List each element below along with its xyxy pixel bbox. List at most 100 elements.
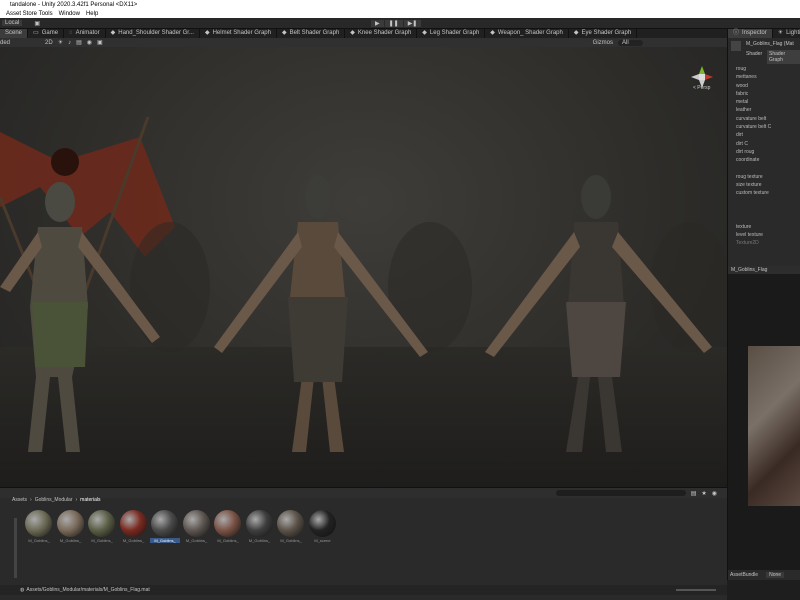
material-thumbnail[interactable] [151, 510, 178, 537]
material-property [736, 165, 771, 173]
material-property [736, 198, 771, 206]
material-thumbnail-label[interactable]: M_Goblins_ [119, 538, 149, 543]
gizmos-dropdown[interactable]: Gizmos [593, 40, 613, 46]
menu-window[interactable]: Window [59, 11, 80, 17]
material-property[interactable]: custom texture [736, 189, 771, 197]
local-toggle[interactable]: Local [2, 20, 23, 26]
shader-graph-icon: ◆ [422, 30, 427, 36]
material-property[interactable]: wood [736, 82, 771, 90]
perspective-label[interactable]: < Persp [693, 85, 710, 91]
material-property[interactable]: dirt [736, 131, 771, 139]
animator-icon: ◌ [69, 30, 73, 36]
editor-tabs: Scene ▭ Game ◌ Animator ◆ Hand_Shoulder Sha… [0, 29, 727, 38]
material-property[interactable]: dirt C [736, 140, 771, 148]
material-property[interactable]: leather [736, 106, 771, 114]
tab-game[interactable]: ▭ Game [28, 29, 65, 38]
material-thumbnail[interactable] [182, 510, 210, 537]
material-thumbnail[interactable] [277, 510, 304, 537]
material-property[interactable]: curvature belt [736, 115, 771, 123]
menu-help[interactable]: Help [86, 11, 98, 17]
audio-toggle-icon[interactable]: ♪ [68, 40, 71, 46]
material-thumbnail-label[interactable]: M_Goblins_ [56, 538, 86, 543]
material-thumbnail-label[interactable]: M_scene [308, 538, 338, 543]
material-thumbnail-label[interactable]: M_Goblins_ [276, 538, 306, 543]
lighting-toggle-icon[interactable]: ☀ [58, 39, 63, 46]
tab-eye-shader[interactable]: ◆ Eye Shader Graph [569, 29, 638, 38]
effects-icon[interactable]: ▤ [76, 39, 82, 46]
material-property[interactable]: texture [736, 223, 771, 231]
tab-inspector[interactable]: ⓘ Inspector [728, 29, 773, 38]
preview-title: M_Goblins_Flag [728, 266, 800, 274]
tab-animator[interactable]: ◌ Animator [64, 29, 106, 38]
tab-helmet-shader[interactable]: ◆ Helmet Shader Graph [200, 29, 277, 38]
filter-icon[interactable]: ▤ [691, 490, 697, 497]
2d-toggle[interactable]: 2D [45, 40, 53, 46]
shader-graph-icon: ◆ [490, 30, 495, 36]
window-title: tandalone - Unity 2020.3.42f1 Personal <… [10, 2, 138, 8]
main-toolbar: Local ▣ ▶ ❚❚ ▶❚ [0, 18, 800, 29]
hidden-objects-icon[interactable]: ◉ [87, 39, 92, 46]
tab-leg-shader[interactable]: ◆ Leg Shader Graph [417, 29, 486, 38]
material-property[interactable]: curvature belt C [736, 123, 771, 131]
material-thumbnail[interactable] [88, 510, 115, 537]
tab-hand-shoulder-shader[interactable]: ◆ Hand_Shoulder Shader Gr... [106, 29, 200, 38]
material-thumbnail-label[interactable]: M_Goblins_ [245, 538, 275, 543]
material-property[interactable]: level texture [736, 231, 771, 239]
material-thumbnail-label[interactable]: M_Goblins_ [24, 538, 54, 543]
material-property[interactable]: coordinate [736, 156, 771, 164]
game-icon: ▭ [33, 30, 39, 36]
material-property[interactable]: Texture2D [736, 239, 771, 247]
shader-graph-icon: ◆ [350, 30, 355, 36]
favorite-icon[interactable]: ★ [701, 490, 706, 497]
breadcrumb-materials[interactable]: materials [80, 497, 100, 503]
breadcrumb-goblins-modular[interactable]: Goblins_Modular [35, 497, 73, 503]
title-bar: tandalone - Unity 2020.3.42f1 Personal <… [0, 0, 800, 10]
shading-mode-dropdown[interactable]: ded [0, 40, 10, 46]
folder-tree-scrollbar[interactable] [14, 518, 17, 578]
material-thumbnail[interactable] [214, 510, 241, 537]
tab-scene[interactable]: Scene [0, 29, 29, 38]
assetbundle-label: AssetBundle [730, 572, 759, 578]
material-thumbnail[interactable] [119, 510, 147, 537]
material-thumbnail[interactable] [25, 510, 52, 537]
tab-knee-shader[interactable]: ◆ Knee Shader Graph [345, 29, 418, 38]
hidden-packages-icon[interactable]: ◉ [712, 490, 717, 497]
shader-dropdown[interactable]: Shader Graph [767, 50, 800, 64]
material-property[interactable]: roug texture [736, 173, 771, 181]
assetbundle-bar: AssetBundle None [728, 570, 800, 580]
shader-graph-icon: ◆ [573, 30, 579, 36]
material-property[interactable]: mettanes [736, 73, 771, 81]
material-thumbnail-label[interactable]: M_Goblins_ [182, 538, 212, 543]
snap-icon[interactable]: ▣ [34, 20, 40, 27]
material-thumbnail[interactable] [56, 510, 84, 537]
project-search-input[interactable] [555, 490, 686, 496]
scene-viewport[interactable]: < Persp [0, 47, 727, 487]
material-thumbnail[interactable] [245, 510, 273, 537]
tab-weapon-shader[interactable]: ◆ Weapon_ Shader Graph [485, 29, 569, 38]
material-thumbnail-label[interactable]: M_Goblins_ [150, 538, 180, 543]
tab-lighting[interactable]: ☀Lighting [773, 29, 800, 38]
material-thumbnail-label[interactable]: M_Goblins_ [213, 538, 243, 543]
material-thumbnail[interactable] [308, 510, 336, 537]
scene-camera-icon[interactable]: ▣ [97, 39, 103, 46]
shader-label: Shader [746, 51, 763, 57]
material-property[interactable]: fabric [736, 90, 771, 98]
material-file-icon: ◍ [20, 587, 25, 593]
material-property[interactable]: size texture [736, 181, 771, 189]
scene-search-input[interactable]: All [618, 39, 643, 46]
tab-belt-shader[interactable]: ◆ Belt Shader Graph [277, 29, 346, 38]
thumbnail-size-slider[interactable] [676, 589, 716, 591]
step-button[interactable]: ▶❚ [403, 19, 422, 27]
scene-render [0, 116, 727, 452]
menu-asset-store-tools[interactable]: Asset Store Tools [6, 11, 53, 17]
goblin-model-center [214, 175, 428, 452]
assetbundle-dropdown[interactable]: None [766, 572, 785, 578]
shader-graph-icon: ◆ [204, 30, 210, 36]
breadcrumb-assets[interactable]: Assets [12, 497, 27, 503]
pause-button[interactable]: ❚❚ [384, 19, 403, 27]
material-property[interactable]: roug [736, 65, 771, 73]
material-property[interactable]: dirt roug [736, 148, 771, 156]
play-button[interactable]: ▶ [371, 19, 384, 27]
material-thumbnail-label[interactable]: M_Goblins_ [87, 538, 117, 543]
material-property[interactable]: metal [736, 98, 771, 106]
